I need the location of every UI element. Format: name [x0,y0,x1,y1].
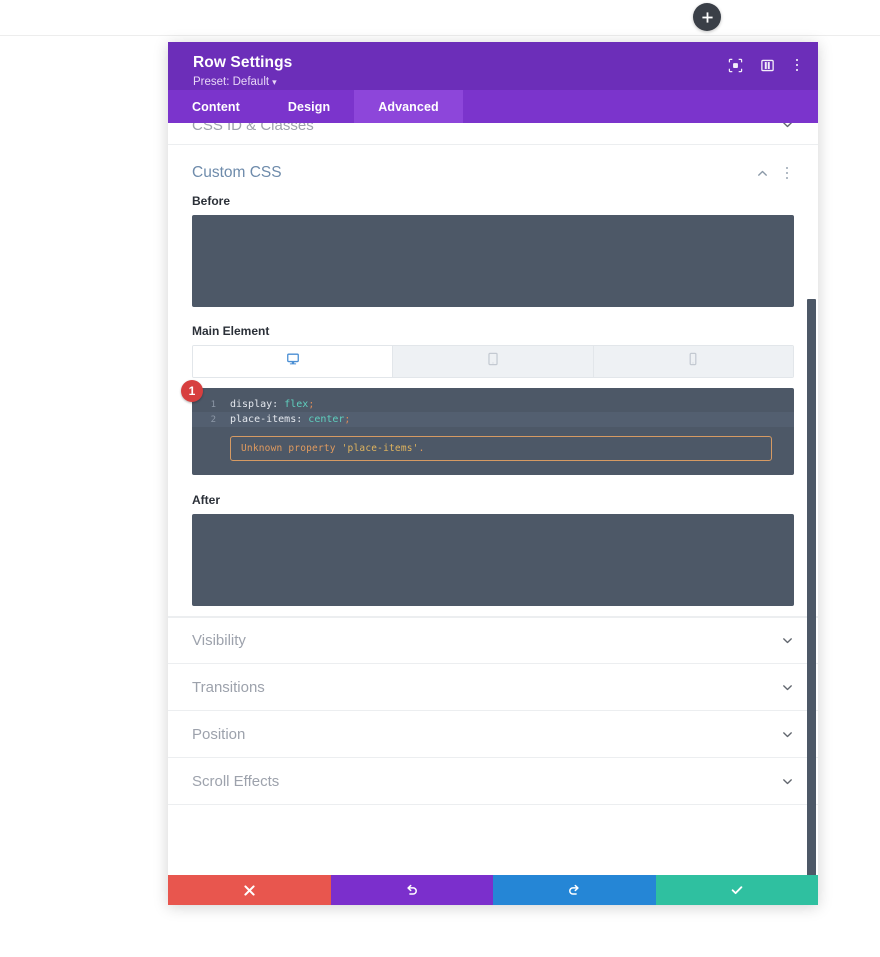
after-code-input[interactable] [192,514,794,606]
main-element-code-input[interactable]: 1 display: flex; 2 place-items: center; … [192,388,794,475]
section-css-id-and-classes[interactable]: CSS ID & Classes [168,123,818,145]
tab-design[interactable]: Design [264,90,354,123]
section-scroll-effects[interactable]: Scroll Effects [168,758,818,805]
css-colon: : [296,414,303,425]
window-action-bar [168,875,818,905]
chevron-up-icon[interactable] [756,167,769,180]
collapsed-section-list: Visibility Transitions Position Scroll E… [168,617,818,805]
chevron-down-icon [781,634,794,647]
kebab-menu-icon[interactable] [790,56,804,74]
error-message-suffix: . [418,443,425,454]
error-message-property: 'place-items' [341,443,419,454]
custom-css-tools [756,164,794,182]
chevron-down-icon [781,681,794,694]
editor-spacer [168,475,818,493]
device-tab-desktop[interactable] [193,346,394,377]
preset-label: Preset: Default [193,76,270,89]
layout-panel-icon[interactable] [758,56,776,74]
add-module-button[interactable] [693,3,721,31]
save-button[interactable] [655,875,818,905]
undo-button[interactable] [330,875,493,905]
section-position-label: Position [192,725,246,743]
before-code-input[interactable] [192,215,794,307]
before-field-label: Before [192,194,231,208]
css-semicolon: ; [344,414,351,425]
section-scroll-effects-label: Scroll Effects [192,772,280,790]
code-line: 2 place-items: center; [192,412,794,427]
line-number: 1 [210,399,216,410]
css-property: display [230,399,273,410]
page-top-strip [0,0,880,36]
css-value: center [308,414,345,425]
line-number: 2 [210,414,216,425]
css-semicolon: ; [308,399,315,410]
custom-css-kebab-menu-icon[interactable] [780,164,794,182]
code-line: 1 display: flex; [192,397,794,412]
kebab-dot [795,68,799,72]
cancel-button[interactable] [168,875,331,905]
css-colon: : [272,399,279,410]
window-header: Row Settings Preset: Default ▾ [168,42,818,90]
section-visibility-label: Visibility [192,632,246,649]
custom-css-header[interactable]: Custom CSS [168,145,818,194]
device-tab-tablet[interactable] [393,346,594,377]
preset-selector[interactable]: Preset: Default ▾ [193,76,277,88]
tab-advanced[interactable]: Advanced [354,90,463,123]
window-tab-bar: Content Design Advanced [168,90,818,123]
section-transitions[interactable]: Transitions [168,664,818,711]
error-message-prefix: Unknown property [241,443,342,454]
chevron-down-icon [781,123,794,131]
window-title: Row Settings [193,54,293,71]
error-count-badge: 1 [181,380,203,402]
kebab-dot [785,166,789,170]
settings-scroll-area: CSS ID & Classes Custom CSS Before Main … [168,123,818,875]
phone-icon [686,352,700,371]
row-settings-window: Row Settings Preset: Default ▾ Content D… [168,42,818,905]
device-tab-phone[interactable] [593,346,793,377]
kebab-dot [795,63,799,67]
section-custom-css: Custom CSS Before Main Element 1 1 displ… [168,145,818,617]
css-lint-error-message: Unknown property 'place-items'. [230,436,772,461]
focus-target-icon[interactable] [726,56,744,74]
tablet-icon [486,352,500,371]
custom-css-title: Custom CSS [192,164,282,181]
after-field-label: After [192,493,221,507]
chevron-down-icon [781,728,794,741]
desktop-icon [286,352,300,371]
kebab-dot [785,176,789,180]
undo-icon [405,883,419,897]
section-position[interactable]: Position [168,711,818,758]
kebab-dot [785,171,789,175]
settings-content: CSS ID & Classes Custom CSS Before Main … [168,123,818,805]
kebab-dot [795,58,799,62]
section-transitions-label: Transitions [192,678,265,696]
tab-content[interactable]: Content [168,90,264,123]
redo-icon [567,883,581,897]
css-property: place-items [230,414,297,425]
main-element-field-label: Main Element [192,324,270,338]
css-value: flex [284,399,309,410]
header-icon-group [726,56,804,74]
preset-caret: ▾ [272,77,277,88]
section-visibility[interactable]: Visibility [168,617,818,664]
section-css-id-label: CSS ID & Classes [192,123,314,134]
settings-scrollbar[interactable] [807,159,816,875]
times-icon [243,884,256,897]
redo-button[interactable] [493,875,656,905]
device-responsive-tabs [192,345,794,378]
main-element-editor-wrap: 1 1 display: flex; 2 place-items: center… [181,380,794,475]
plus-icon [701,11,714,24]
chevron-down-icon [781,775,794,788]
scrollbar-thumb[interactable] [807,299,816,875]
check-icon [730,883,744,897]
